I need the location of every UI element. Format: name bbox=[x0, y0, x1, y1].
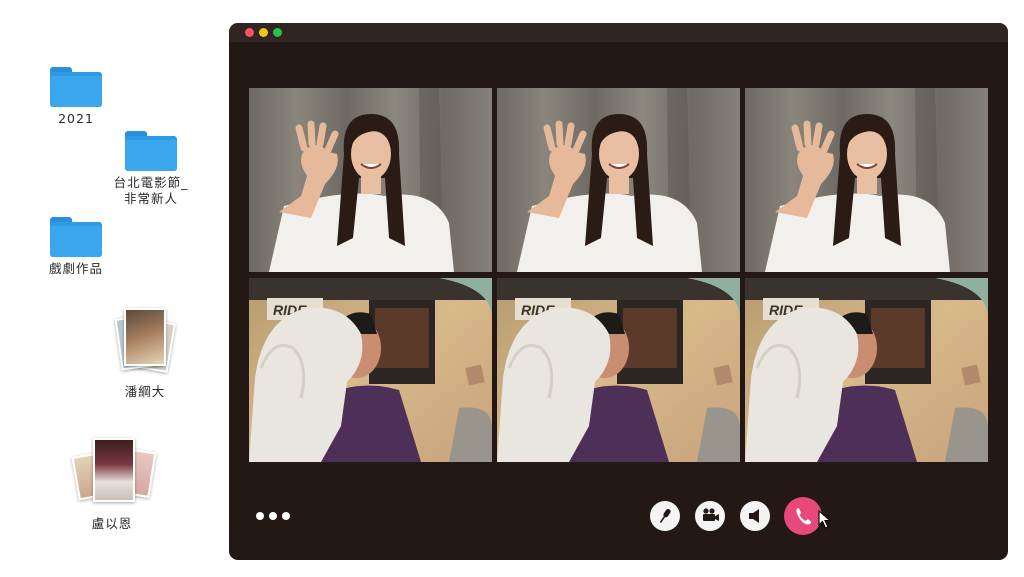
man-with-dog-video: RIDE bbox=[497, 278, 740, 462]
video-tile-woman-waving[interactable] bbox=[249, 88, 492, 272]
desktop-photos-pan[interactable]: 潘綱大 bbox=[90, 306, 200, 400]
camera-button[interactable] bbox=[695, 501, 725, 531]
more-dots-icon bbox=[256, 512, 264, 520]
video-tile-man-with-dog[interactable]: RIDE bbox=[745, 278, 988, 462]
video-grid: RIDE RIDE RIDE bbox=[249, 88, 988, 462]
more-dots-icon bbox=[269, 512, 277, 520]
folder-icon bbox=[50, 67, 102, 107]
desktop-folder-2021[interactable]: 2021 bbox=[21, 67, 131, 127]
speaker-icon bbox=[749, 509, 759, 523]
desktop-item-label: 潘綱大 bbox=[124, 384, 166, 399]
man-with-dog-video: RIDE bbox=[745, 278, 988, 462]
desktop-item-label: 盧以恩 bbox=[91, 516, 133, 531]
more-dots-icon bbox=[282, 512, 290, 520]
video-tile-man-with-dog[interactable]: RIDE bbox=[249, 278, 492, 462]
folder-icon bbox=[50, 217, 102, 257]
desktop-photos-lu[interactable]: 盧以恩 bbox=[57, 438, 167, 532]
microphone-icon bbox=[659, 508, 671, 524]
mouse-cursor-icon bbox=[818, 510, 832, 529]
end-call-button[interactable] bbox=[784, 497, 822, 535]
window-titlebar bbox=[229, 23, 1008, 42]
desktop-item-label: 台北電影節_ 非常新人 bbox=[113, 175, 189, 206]
desktop-folder-drama-works[interactable]: 戲劇作品 bbox=[21, 217, 131, 277]
video-camera-icon bbox=[703, 508, 719, 521]
video-tile-woman-waving[interactable] bbox=[497, 88, 740, 272]
phone-icon bbox=[796, 507, 812, 525]
video-tile-woman-waving[interactable] bbox=[745, 88, 988, 272]
speaker-button[interactable] bbox=[740, 501, 770, 531]
woman-waving-video bbox=[745, 88, 988, 272]
photo-stack-icon bbox=[69, 438, 157, 508]
more-options-button[interactable] bbox=[256, 510, 292, 522]
folder-icon bbox=[125, 131, 177, 171]
zoom-window-button[interactable] bbox=[273, 28, 282, 37]
woman-waving-video bbox=[249, 88, 492, 272]
microphone-button[interactable] bbox=[650, 501, 680, 531]
desktop-item-label: 戲劇作品 bbox=[48, 261, 103, 276]
photo-stack-icon bbox=[110, 306, 180, 374]
man-with-dog-video: RIDE bbox=[249, 278, 492, 462]
minimize-window-button[interactable] bbox=[259, 28, 268, 37]
video-tile-man-with-dog[interactable]: RIDE bbox=[497, 278, 740, 462]
close-window-button[interactable] bbox=[245, 28, 254, 37]
video-call-window: RIDE RIDE RIDE bbox=[229, 23, 1008, 560]
desktop-item-label: 2021 bbox=[58, 111, 94, 126]
desktop-folder-taipei-film-festival[interactable]: 台北電影節_ 非常新人 bbox=[96, 131, 206, 207]
woman-waving-video bbox=[497, 88, 740, 272]
